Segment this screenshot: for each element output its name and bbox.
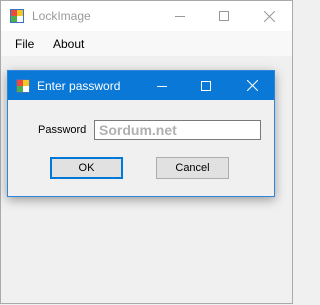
minimize-icon [175, 16, 185, 17]
password-input[interactable] [94, 120, 261, 140]
main-maximize-button[interactable] [202, 1, 246, 31]
maximize-icon [201, 80, 211, 91]
dialog-close-button[interactable] [232, 71, 272, 100]
app-icon [16, 79, 30, 93]
main-close-button[interactable] [247, 1, 291, 31]
main-minimize-button[interactable] [158, 1, 202, 31]
main-titlebar[interactable]: LockImage [1, 1, 292, 31]
app-icon [10, 9, 24, 23]
menu-bar: File About [1, 31, 292, 56]
menu-file[interactable]: File [15, 37, 34, 51]
menu-about[interactable]: About [53, 37, 84, 51]
cancel-button[interactable]: Cancel [156, 157, 229, 179]
maximize-icon [219, 11, 229, 21]
main-window-title: LockImage [32, 9, 91, 23]
dialog-title: Enter password [37, 79, 121, 93]
dialog-maximize-button[interactable] [186, 71, 226, 100]
minimize-icon [157, 85, 167, 87]
password-dialog: Enter password Password OK Cancel [7, 70, 275, 197]
dialog-minimize-button[interactable] [142, 71, 182, 100]
dialog-titlebar[interactable]: Enter password [8, 71, 274, 100]
close-icon [263, 10, 275, 22]
close-icon [246, 80, 258, 91]
password-label: Password [38, 124, 87, 136]
ok-button[interactable]: OK [50, 157, 123, 179]
